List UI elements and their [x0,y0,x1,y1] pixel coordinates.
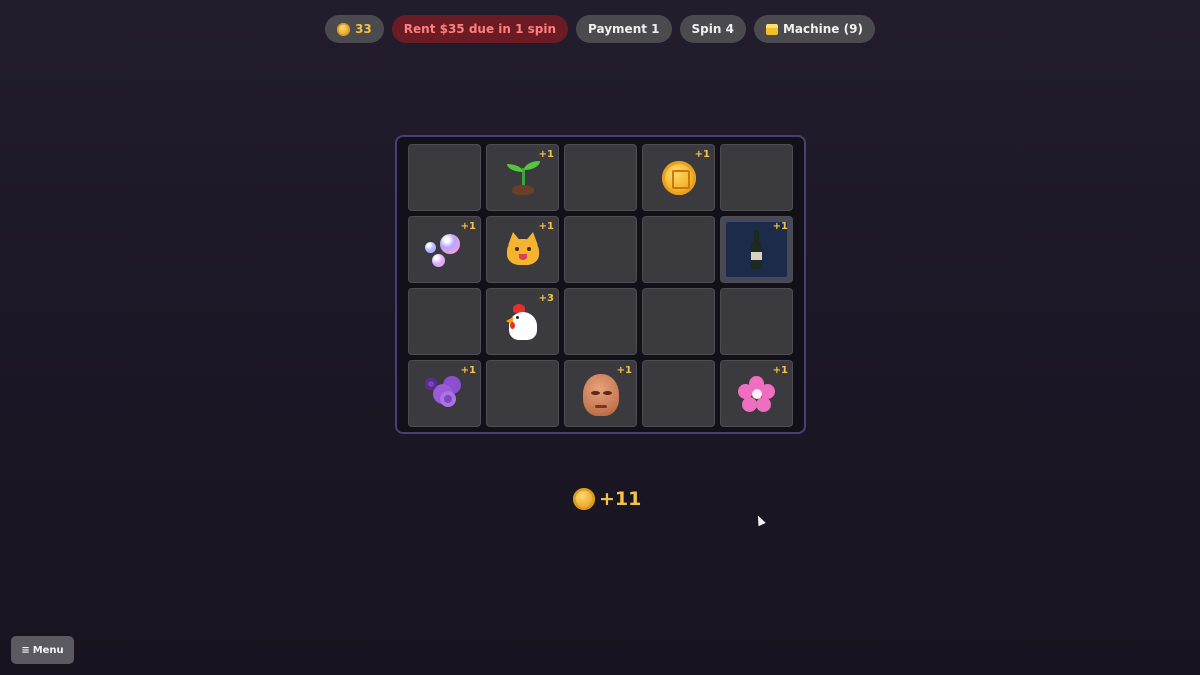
bonus-badge: +1 [772,221,788,232]
cursor-icon [754,513,766,527]
slot-board: +1 +1 +1 +1 +1 +3 +1 +1 +1 [395,135,806,434]
board-cell [642,216,715,283]
bonus-badge: +1 [538,149,554,160]
bonus-badge: +1 [538,221,554,232]
board-cell [564,144,637,211]
payout-amount: +11 [599,488,642,510]
board-cell: +1 [486,216,559,283]
payment-counter: Payment 1 [576,15,672,43]
spin-payout: +11 [573,488,641,510]
seedling-icon [503,158,543,198]
cherry-blossom-icon [737,374,777,414]
coin-counter: 33 [325,15,384,43]
board-cell [408,144,481,211]
bonus-badge: +1 [694,149,710,160]
board-cell: +1 [720,360,793,427]
coin-icon [659,158,699,198]
board-cell: +1 [720,216,793,283]
board-cell: +1 [564,360,637,427]
bonus-badge: +1 [460,365,476,376]
machine-button[interactable]: Machine (9) [753,15,875,43]
board-cell [720,288,793,355]
board-cell [486,360,559,427]
grapes-icon [424,374,465,414]
hamburger-icon: ≡ [21,644,30,656]
coin-count: 33 [355,22,372,36]
bonus-badge: +1 [460,221,476,232]
menu-button[interactable]: ≡ Menu [11,636,74,664]
bonus-badge: +3 [538,293,554,304]
board-cell: +3 [486,288,559,355]
bonus-badge: +1 [772,365,788,376]
menu-label: Menu [32,644,64,656]
board-cell [720,144,793,211]
board-cell: +1 [408,360,481,427]
status-bar: 33 Rent $35 due in 1 spin Payment 1 Spin… [0,15,1200,43]
chicken-icon [503,302,543,342]
coin-icon [573,488,595,510]
machine-label: Machine (9) [782,22,863,36]
board-cell [642,288,715,355]
cat-icon [503,230,543,270]
board-cell [408,288,481,355]
spin-counter: Spin 4 [679,15,746,43]
wine-bottle-icon [737,229,777,270]
bonus-badge: +1 [616,365,632,376]
bald-face-icon [581,373,621,416]
board-cell [642,360,715,427]
board-cell: +1 [486,144,559,211]
board-cell: +1 [642,144,715,211]
coin-icon [337,22,351,36]
bubbles-icon [424,230,465,270]
board-cell [564,288,637,355]
rent-status: Rent $35 due in 1 spin [391,15,569,43]
board-cell: +1 [408,216,481,283]
machine-icon [765,23,778,35]
board-cell [564,216,637,283]
